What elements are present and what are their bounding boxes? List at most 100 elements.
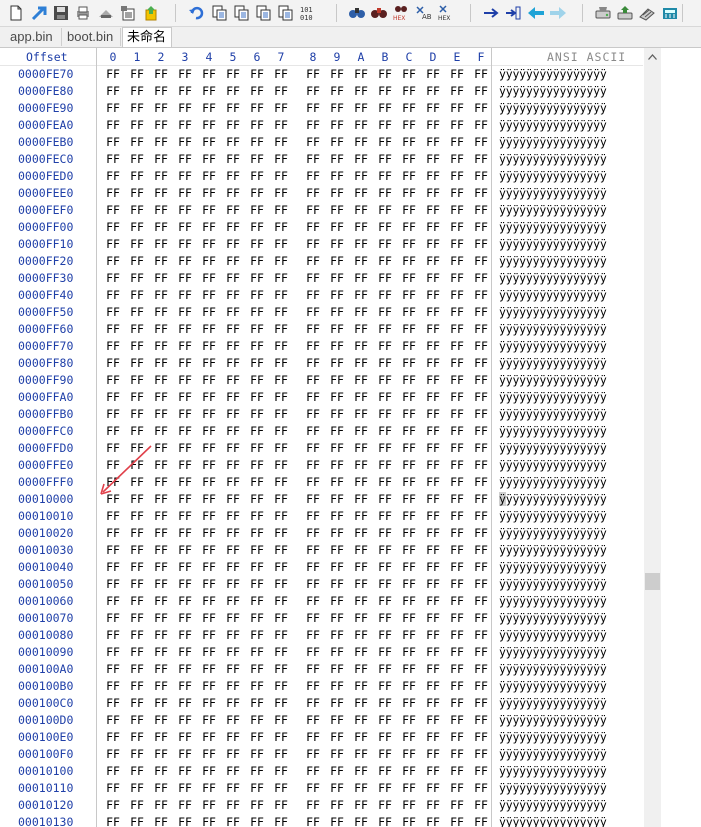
hex-byte[interactable]: FF bbox=[173, 492, 197, 506]
hex-byte[interactable]: FF bbox=[221, 186, 245, 200]
hex-byte[interactable]: FF bbox=[421, 509, 445, 523]
hex-byte[interactable]: FF bbox=[221, 730, 245, 744]
ascii-text[interactable]: ÿÿÿÿÿÿÿÿÿÿÿÿÿÿÿÿ bbox=[499, 220, 607, 234]
hex-byte[interactable]: FF bbox=[325, 798, 349, 812]
hex-byte[interactable]: FF bbox=[469, 237, 493, 251]
hex-byte[interactable]: FF bbox=[173, 815, 197, 827]
hex-byte[interactable]: FF bbox=[173, 271, 197, 285]
hex-byte[interactable]: FF bbox=[469, 322, 493, 336]
hex-byte[interactable]: FF bbox=[421, 543, 445, 557]
hex-byte[interactable]: FF bbox=[421, 781, 445, 795]
hex-byte[interactable]: FF bbox=[301, 543, 325, 557]
hex-byte[interactable]: FF bbox=[197, 152, 221, 166]
hex-byte[interactable]: FF bbox=[301, 186, 325, 200]
hex-byte[interactable]: FF bbox=[397, 543, 421, 557]
hex-byte[interactable]: FF bbox=[349, 390, 373, 404]
hex-byte[interactable]: FF bbox=[245, 407, 269, 421]
hex-byte[interactable]: FF bbox=[125, 730, 149, 744]
hex-byte[interactable]: FF bbox=[101, 152, 125, 166]
hex-byte[interactable]: FF bbox=[445, 424, 469, 438]
ascii-text[interactable]: ÿÿÿÿÿÿÿÿÿÿÿÿÿÿÿÿ bbox=[499, 339, 607, 353]
hex-byte[interactable]: FF bbox=[469, 713, 493, 727]
ascii-text[interactable]: ÿÿÿÿÿÿÿÿÿÿÿÿÿÿÿÿ bbox=[499, 594, 607, 608]
hex-byte[interactable]: FF bbox=[469, 152, 493, 166]
hex-byte[interactable]: FF bbox=[245, 492, 269, 506]
hex-byte[interactable]: FF bbox=[173, 203, 197, 217]
hex-byte[interactable]: FF bbox=[149, 475, 173, 489]
hex-byte[interactable]: FF bbox=[245, 798, 269, 812]
hex-byte[interactable]: FF bbox=[349, 305, 373, 319]
ascii-text[interactable]: ÿÿÿÿÿÿÿÿÿÿÿÿÿÿÿÿ bbox=[499, 186, 607, 200]
hex-byte[interactable]: FF bbox=[245, 781, 269, 795]
hex-byte[interactable]: FF bbox=[397, 662, 421, 676]
hex-byte[interactable]: FF bbox=[101, 781, 125, 795]
hex-byte[interactable]: FF bbox=[325, 118, 349, 132]
hex-byte[interactable]: FF bbox=[149, 611, 173, 625]
hex-byte[interactable]: FF bbox=[349, 509, 373, 523]
hex-byte[interactable]: FF bbox=[421, 662, 445, 676]
hex-byte[interactable]: FF bbox=[197, 169, 221, 183]
hex-byte[interactable]: FF bbox=[469, 458, 493, 472]
hex-byte[interactable]: FF bbox=[149, 594, 173, 608]
hex-byte[interactable]: FF bbox=[269, 237, 293, 251]
hex-byte[interactable]: FF bbox=[325, 509, 349, 523]
hex-byte[interactable]: FF bbox=[397, 798, 421, 812]
hex-byte[interactable]: FF bbox=[469, 101, 493, 115]
hex-byte[interactable]: FF bbox=[149, 645, 173, 659]
row-offset[interactable]: 0000FF70 bbox=[18, 339, 73, 353]
hex-byte[interactable]: FF bbox=[349, 730, 373, 744]
hex-byte[interactable]: FF bbox=[373, 475, 397, 489]
hex-byte[interactable]: FF bbox=[197, 254, 221, 268]
hex-byte[interactable]: FF bbox=[469, 764, 493, 778]
hex-byte[interactable]: FF bbox=[469, 67, 493, 81]
hex-byte[interactable]: FF bbox=[245, 152, 269, 166]
hex-byte[interactable]: FF bbox=[349, 118, 373, 132]
hex-byte[interactable]: FF bbox=[269, 118, 293, 132]
hex-byte[interactable]: FF bbox=[221, 356, 245, 370]
row-offset[interactable]: 000100C0 bbox=[18, 696, 73, 710]
hex-byte[interactable]: FF bbox=[125, 475, 149, 489]
hex-byte[interactable]: FF bbox=[221, 764, 245, 778]
undo-button[interactable] bbox=[186, 3, 205, 22]
hex-byte[interactable]: FF bbox=[373, 118, 397, 132]
hex-byte[interactable]: FF bbox=[221, 560, 245, 574]
hex-byte[interactable]: FF bbox=[469, 645, 493, 659]
hex-byte[interactable]: FF bbox=[373, 220, 397, 234]
row-offset[interactable]: 0000FFF0 bbox=[18, 475, 73, 489]
hex-byte[interactable]: FF bbox=[197, 509, 221, 523]
row-offset[interactable]: 0000FFC0 bbox=[18, 424, 73, 438]
hex-byte[interactable]: FF bbox=[125, 322, 149, 336]
hex-byte[interactable]: FF bbox=[445, 781, 469, 795]
hex-byte[interactable]: FF bbox=[421, 101, 445, 115]
hex-byte[interactable]: FF bbox=[421, 815, 445, 827]
hex-byte[interactable]: FF bbox=[269, 152, 293, 166]
row-offset[interactable]: 0000FF60 bbox=[18, 322, 73, 336]
hex-byte[interactable]: FF bbox=[301, 390, 325, 404]
hex-byte[interactable]: FF bbox=[469, 730, 493, 744]
ascii-text[interactable]: ÿÿÿÿÿÿÿÿÿÿÿÿÿÿÿÿ bbox=[499, 101, 607, 115]
hex-byte[interactable]: FF bbox=[173, 322, 197, 336]
hex-byte[interactable]: FF bbox=[373, 764, 397, 778]
hex-byte[interactable]: FF bbox=[445, 67, 469, 81]
hex-byte[interactable]: FF bbox=[125, 747, 149, 761]
hex-byte[interactable]: FF bbox=[325, 152, 349, 166]
hex-byte[interactable]: FF bbox=[245, 305, 269, 319]
hex-byte[interactable]: FF bbox=[349, 475, 373, 489]
hex-byte[interactable]: FF bbox=[269, 713, 293, 727]
hex-byte[interactable]: FF bbox=[269, 373, 293, 387]
hex-byte[interactable]: FF bbox=[245, 220, 269, 234]
hex-byte[interactable]: FF bbox=[221, 458, 245, 472]
hex-byte[interactable]: FF bbox=[197, 577, 221, 591]
hex-byte[interactable]: FF bbox=[197, 662, 221, 676]
ascii-text[interactable]: ÿÿÿÿÿÿÿÿÿÿÿÿÿÿÿÿ bbox=[499, 373, 607, 387]
hex-byte[interactable]: FF bbox=[445, 373, 469, 387]
hex-byte[interactable]: FF bbox=[197, 645, 221, 659]
hex-byte[interactable]: FF bbox=[325, 254, 349, 268]
hex-byte[interactable]: FF bbox=[445, 169, 469, 183]
hex-byte[interactable]: FF bbox=[349, 764, 373, 778]
row-offset[interactable]: 0000FFE0 bbox=[18, 458, 73, 472]
hex-byte[interactable]: FF bbox=[421, 305, 445, 319]
hex-byte[interactable]: FF bbox=[245, 424, 269, 438]
hex-byte[interactable]: FF bbox=[269, 764, 293, 778]
hex-byte[interactable]: FF bbox=[149, 339, 173, 353]
